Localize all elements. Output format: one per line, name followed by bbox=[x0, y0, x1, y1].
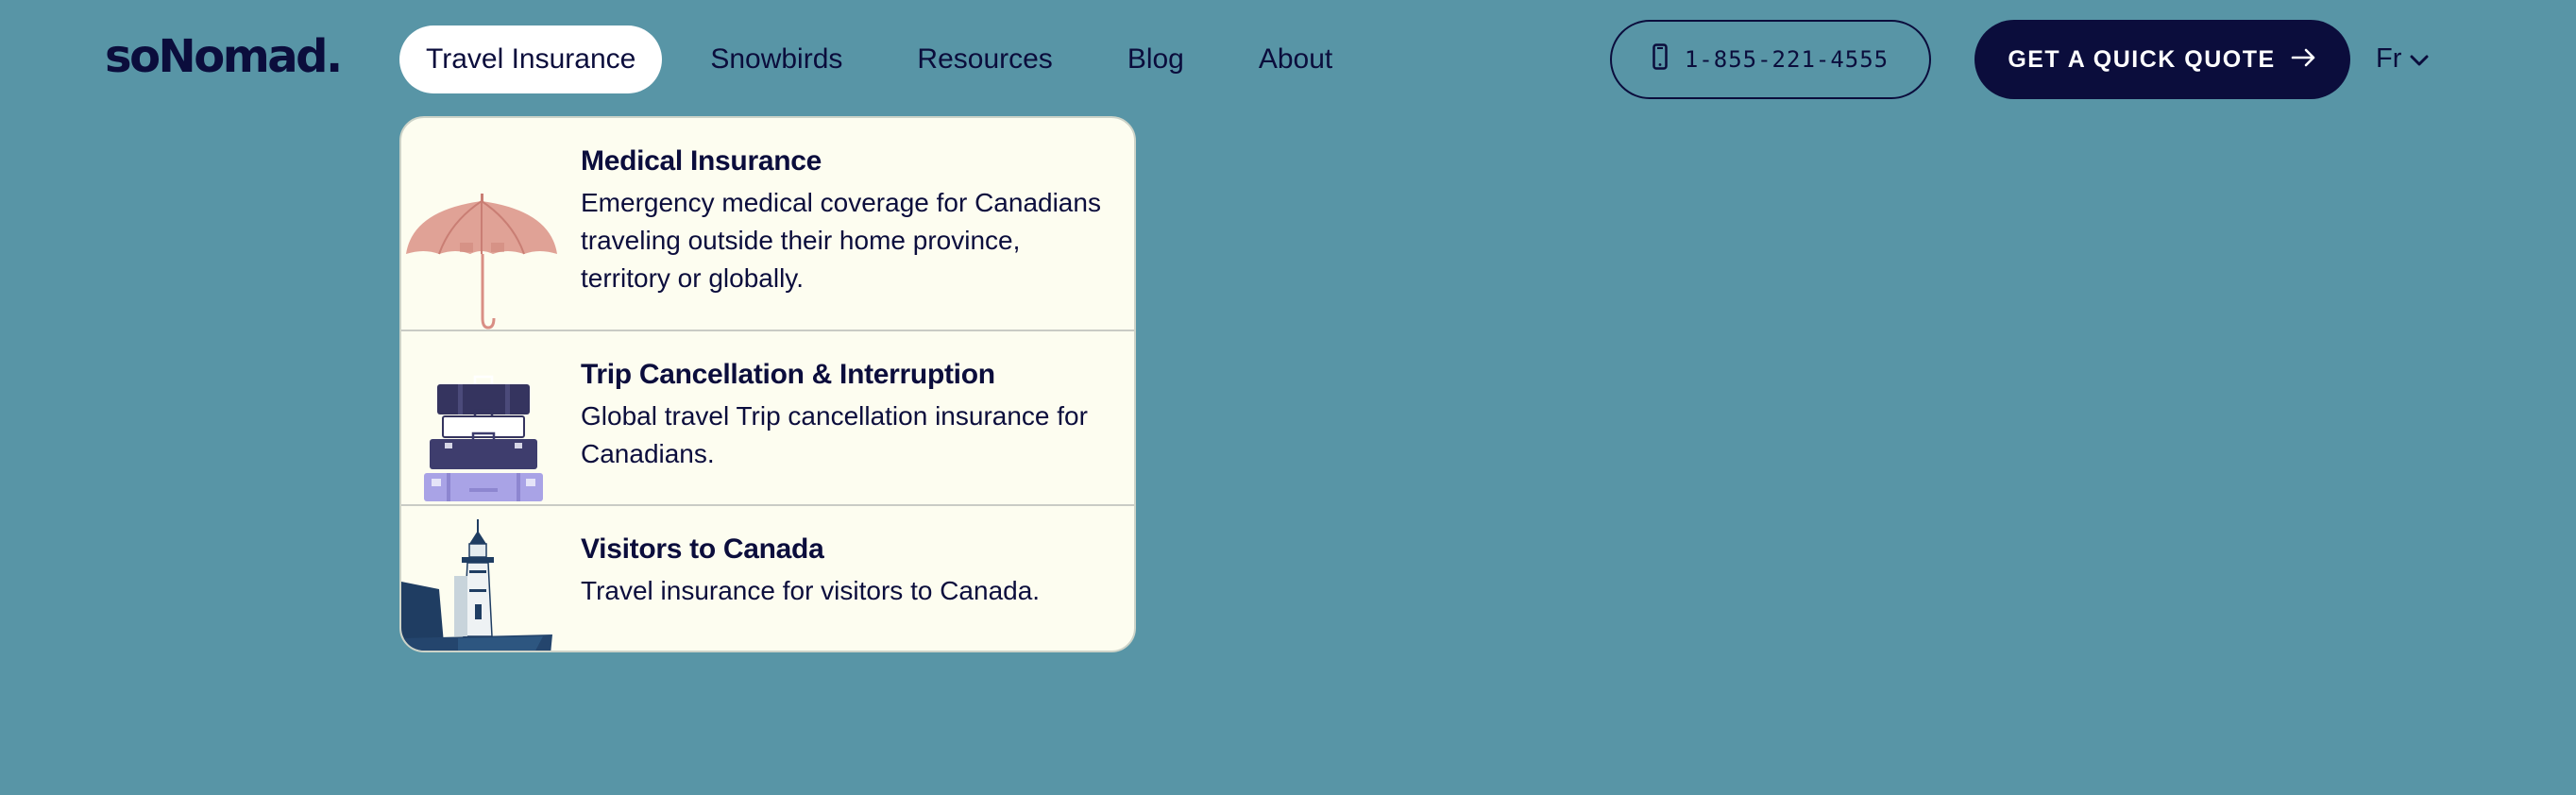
dropdown-item-description: Global travel Trip cancellation insuranc… bbox=[581, 401, 1088, 468]
dropdown-item-title: Medical Insurance bbox=[581, 145, 822, 177]
phone-number: 1-855-221-4555 bbox=[1684, 46, 1890, 73]
quick-quote-label: GET A QUICK QUOTE bbox=[2008, 45, 2276, 73]
language-switcher[interactable]: Fr bbox=[2376, 38, 2430, 79]
dropdown-item-title: Visitors to Canada bbox=[581, 533, 824, 565]
main-nav: Travel Insurance Snowbirds Resources Blo… bbox=[399, 25, 1381, 93]
nav-item-resources[interactable]: Resources bbox=[890, 25, 1078, 93]
chevron-down-icon bbox=[2409, 43, 2430, 75]
nav-item-about[interactable]: About bbox=[1232, 25, 1359, 93]
dropdown-item-description: Emergency medical coverage for Canadians… bbox=[581, 188, 1101, 293]
phone-icon bbox=[1652, 43, 1668, 76]
umbrella-illustration bbox=[401, 118, 562, 330]
suitcases-illustration bbox=[401, 331, 562, 504]
travel-insurance-dropdown: Medical Insurance Emergency medical cove… bbox=[399, 116, 1136, 652]
nav-item-travel-insurance[interactable]: Travel Insurance bbox=[399, 25, 663, 93]
nav-item-blog[interactable]: Blog bbox=[1101, 25, 1211, 93]
dropdown-item-trip-cancellation[interactable]: Trip Cancellation & Interruption Global … bbox=[401, 331, 1134, 506]
language-label: Fr bbox=[2376, 42, 2402, 74]
logo[interactable]: soNomad. bbox=[105, 28, 343, 85]
phone-button[interactable]: 1-855-221-4555 bbox=[1610, 20, 1931, 99]
dropdown-item-description: Travel insurance for visitors to Canada. bbox=[581, 576, 1041, 605]
arrow-right-icon bbox=[2291, 46, 2317, 74]
lighthouse-illustration bbox=[401, 506, 562, 651]
dropdown-item-visitors-to-canada[interactable]: Visitors to Canada Travel insurance for … bbox=[401, 506, 1134, 651]
quick-quote-button[interactable]: GET A QUICK QUOTE bbox=[1974, 20, 2350, 99]
dropdown-item-title: Trip Cancellation & Interruption bbox=[581, 359, 995, 390]
nav-item-snowbirds[interactable]: Snowbirds bbox=[684, 25, 869, 93]
dropdown-item-medical-insurance[interactable]: Medical Insurance Emergency medical cove… bbox=[401, 118, 1134, 331]
